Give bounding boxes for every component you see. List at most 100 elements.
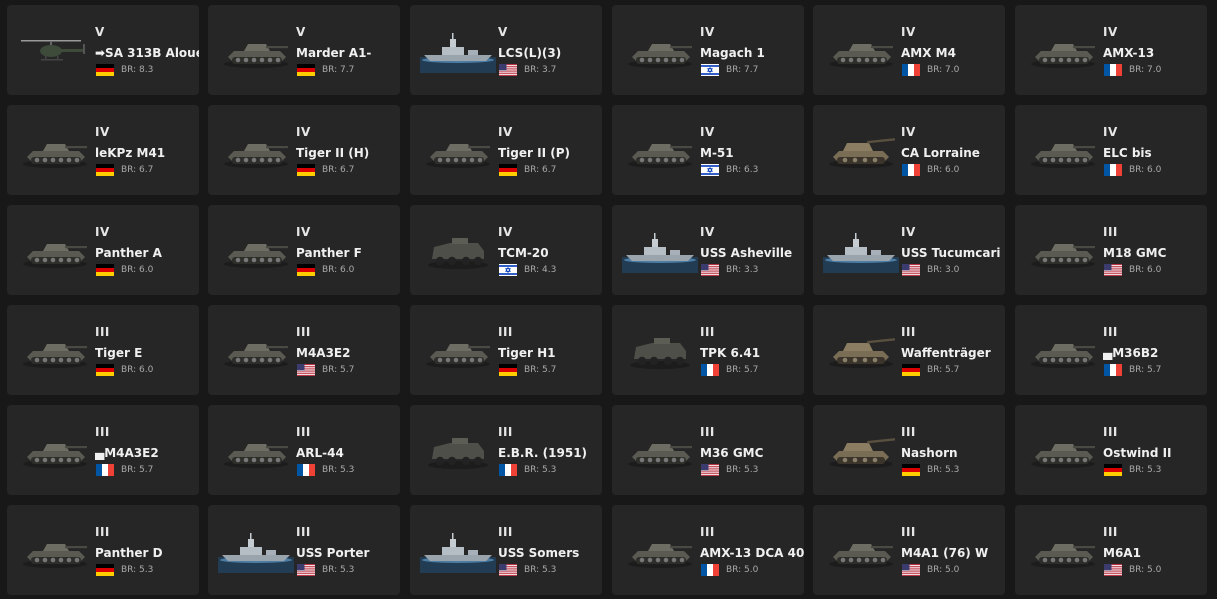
germany-flag-icon <box>297 264 315 276</box>
battle-rating-prefix: BR: <box>524 365 543 375</box>
vehicle-rank: III <box>901 525 916 539</box>
france-flag-icon <box>701 364 719 376</box>
vehicle-card[interactable]: III Ostwind II BR: 5.3 <box>1015 405 1207 495</box>
germany-flag-icon <box>297 164 315 176</box>
vehicle-card[interactable]: IV Panther F BR: 6.0 <box>208 205 400 295</box>
vehicle-card[interactable]: III ARL-44 BR: 5.3 <box>208 405 400 495</box>
battle-rating-value: 5.3 <box>340 465 355 475</box>
germany-flag-icon <box>96 364 114 376</box>
vehicle-card[interactable]: III AMX-13 DCA 40 BR: 5.0 <box>612 505 804 595</box>
battle-rating: BR: 5.7 <box>524 364 556 376</box>
vehicle-name: TPK 6.41 <box>700 346 761 360</box>
battle-rating-prefix: BR: <box>927 565 946 575</box>
battle-rating: BR: 5.7 <box>726 364 758 376</box>
vehicle-card[interactable]: III M18 GMC BR: 6.0 <box>1015 205 1207 295</box>
tank-icon <box>1025 427 1101 473</box>
vehicle-card[interactable]: III Panther D BR: 5.3 <box>7 505 199 595</box>
battle-rating-prefix: BR: <box>726 465 745 475</box>
vehicle-card[interactable]: IV Magach 1 BR: 7.7 <box>612 5 804 95</box>
ship-icon <box>218 527 294 573</box>
battle-rating-prefix: BR: <box>927 365 946 375</box>
vehicle-card[interactable]: IV AMX M4 BR: 7.0 <box>813 5 1005 95</box>
battle-rating-value: 6.0 <box>139 265 154 275</box>
tank-icon <box>622 127 698 173</box>
vehicle-card[interactable]: III ▄M36B2 BR: 5.7 <box>1015 305 1207 395</box>
vehicle-name: M36 GMC <box>700 446 764 460</box>
vehicle-card[interactable]: III M36 GMC BR: 5.3 <box>612 405 804 495</box>
vehicle-card[interactable]: V Marder A1- BR: 7.7 <box>208 5 400 95</box>
battle-rating-prefix: BR: <box>1129 65 1148 75</box>
vehicle-card[interactable]: IV TCM-20 BR: 4.3 <box>410 205 602 295</box>
vehicle-rank: V <box>95 25 105 39</box>
vehicle-card[interactable]: III TPK 6.41 BR: 5.7 <box>612 305 804 395</box>
battle-rating-value: 5.3 <box>744 465 759 475</box>
battle-rating: BR: 6.0 <box>322 264 354 276</box>
battle-rating-prefix: BR: <box>927 165 946 175</box>
battle-rating-value: 5.3 <box>1147 465 1162 475</box>
battle-rating-value: 5.0 <box>744 565 759 575</box>
battle-rating: BR: 5.3 <box>524 464 556 476</box>
battle-rating: BR: 5.7 <box>121 464 153 476</box>
battle-rating-prefix: BR: <box>1129 365 1148 375</box>
vehicle-card[interactable]: III Tiger E BR: 6.0 <box>7 305 199 395</box>
vehicle-card[interactable]: IV Tiger II (H) BR: 6.7 <box>208 105 400 195</box>
tank-icon <box>17 327 93 373</box>
battle-rating: BR: 5.3 <box>322 564 354 576</box>
battle-rating-value: 6.7 <box>139 165 154 175</box>
vehicle-card[interactable]: IV ELC bis BR: 6.0 <box>1015 105 1207 195</box>
battle-rating-value: 3.0 <box>945 265 960 275</box>
france-flag-icon <box>701 564 719 576</box>
vehicle-card[interactable]: III USS Porter BR: 5.3 <box>208 505 400 595</box>
vehicle-name: Tiger II (P) <box>498 146 570 160</box>
vehicle-card[interactable]: III M4A3E2 BR: 5.7 <box>208 305 400 395</box>
battle-rating-prefix: BR: <box>726 65 745 75</box>
vehicle-card[interactable]: V ➡SA 313B Alouette BR: 8.3 <box>7 5 199 95</box>
vehicle-rank: III <box>95 525 110 539</box>
tank-icon <box>17 527 93 573</box>
battle-rating: BR: 6.7 <box>121 164 153 176</box>
tank-icon <box>218 427 294 473</box>
vehicle-name: ARL-44 <box>296 446 344 460</box>
germany-flag-icon <box>902 364 920 376</box>
battle-rating: BR: 6.0 <box>121 264 153 276</box>
vehicle-card[interactable]: IV M-51 BR: 6.3 <box>612 105 804 195</box>
battle-rating-prefix: BR: <box>121 65 140 75</box>
vehicle-rank: III <box>498 325 513 339</box>
vehicle-name: ➡SA 313B Alouette <box>95 46 199 60</box>
battle-rating-prefix: BR: <box>121 465 140 475</box>
ship-icon <box>420 527 496 573</box>
vehicle-card[interactable]: III E.B.R. (1951) BR: 5.3 <box>410 405 602 495</box>
tank-icon <box>1025 127 1101 173</box>
vehicle-card[interactable]: III ▄M4A3E2 BR: 5.7 <box>7 405 199 495</box>
battle-rating: BR: 6.7 <box>322 164 354 176</box>
battle-rating: BR: 8.3 <box>121 64 153 76</box>
germany-flag-icon <box>96 564 114 576</box>
vehicle-card[interactable]: IV leKPz M41 BR: 6.7 <box>7 105 199 195</box>
vehicle-card[interactable]: V LCS(L)(3) BR: 3.7 <box>410 5 602 95</box>
vehicle-name: USS Tucumcari <box>901 246 1001 260</box>
vehicle-card[interactable]: IV AMX-13 BR: 7.0 <box>1015 5 1207 95</box>
vehicle-card[interactable]: III M4A1 (76) W BR: 5.0 <box>813 505 1005 595</box>
vehicle-card[interactable]: IV Panther A BR: 6.0 <box>7 205 199 295</box>
usa-flag-icon <box>499 564 517 576</box>
germany-flag-icon <box>902 464 920 476</box>
vehicle-name: Nashorn <box>901 446 958 460</box>
vehicle-card[interactable]: III Waffenträger BR: 5.7 <box>813 305 1005 395</box>
vehicle-card[interactable]: IV USS Asheville BR: 3.3 <box>612 205 804 295</box>
battle-rating-value: 5.7 <box>1147 365 1162 375</box>
vehicle-rank: III <box>1103 325 1118 339</box>
battle-rating-value: 5.7 <box>340 365 355 375</box>
battle-rating-value: 5.3 <box>542 565 557 575</box>
vehicle-card[interactable]: III Nashorn BR: 5.3 <box>813 405 1005 495</box>
vehicle-card[interactable]: III Tiger H1 BR: 5.7 <box>410 305 602 395</box>
vehicle-card[interactable]: IV Tiger II (P) BR: 6.7 <box>410 105 602 195</box>
vehicle-name: E.B.R. (1951) <box>498 446 588 460</box>
israel-flag-icon <box>701 164 719 176</box>
vehicle-rank: III <box>700 525 715 539</box>
vehicle-card[interactable]: III USS Somers BR: 5.3 <box>410 505 602 595</box>
vehicle-card[interactable]: IV CA Lorraine BR: 6.0 <box>813 105 1005 195</box>
germany-flag-icon <box>96 64 114 76</box>
battle-rating-prefix: BR: <box>121 265 140 275</box>
vehicle-card[interactable]: III M6A1 BR: 5.0 <box>1015 505 1207 595</box>
vehicle-card[interactable]: IV USS Tucumcari BR: 3.0 <box>813 205 1005 295</box>
